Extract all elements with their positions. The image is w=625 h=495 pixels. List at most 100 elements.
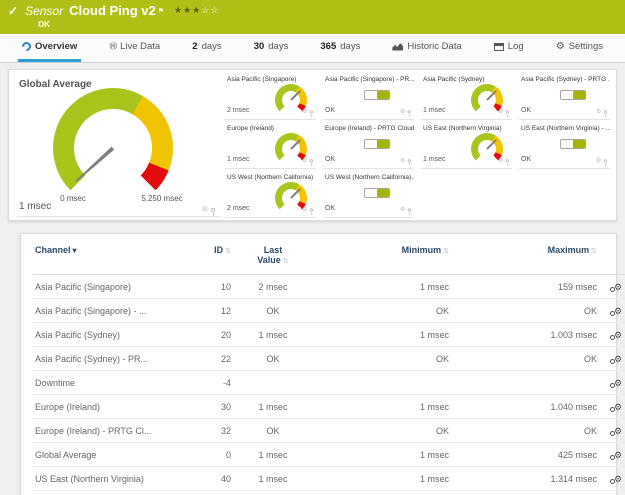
mini-panel-europe-ireland-prtg[interactable]: Europe (Ireland) - PRTG Cloud... OK ⚙ (323, 120, 414, 169)
pin-icon[interactable] (310, 208, 313, 211)
pin-icon[interactable] (506, 110, 509, 113)
table-row[interactable]: Europe (Ireland) - PRTG Cl... 32 OK OK O… (33, 419, 625, 443)
gear-icon[interactable]: ⚙ (498, 158, 503, 164)
column-header-channel[interactable]: Channel▾ (33, 236, 181, 275)
column-header-minimum[interactable]: Minimum⇅ (313, 236, 451, 275)
pin-icon[interactable] (408, 208, 411, 211)
pin-icon[interactable] (408, 159, 411, 162)
mini-panel-us-west-california[interactable]: US West (Northern California) 2 msec ⚙ (225, 169, 316, 218)
sort-icon: ⇅ (283, 258, 289, 265)
cell-maximum: OK (451, 419, 599, 443)
column-header-maximum[interactable]: Maximum⇅ (451, 236, 599, 275)
channel-settings-icon[interactable]: ⚙ (614, 427, 622, 436)
gear-icon[interactable]: ⚙ (302, 158, 307, 164)
tab-2-days[interactable]: 2 days (188, 34, 225, 62)
log-icon (494, 43, 504, 51)
column-label: Maximum (548, 245, 590, 255)
global-average-gauge-panel[interactable]: Global Average 0 msec 5.250 msec 1 msec … (9, 70, 223, 220)
gear-icon[interactable]: ⚙ (302, 109, 307, 115)
pin-icon[interactable] (310, 110, 313, 113)
gear-icon[interactable]: ⚙ (400, 109, 405, 115)
column-header-id[interactable]: ID⇅ (181, 236, 233, 275)
tab-log[interactable]: Log (490, 34, 528, 62)
mini-panel-us-east-virginia-prtg[interactable]: US East (Northern Virginia) - ... OK ⚙ (519, 120, 610, 169)
pin-icon[interactable] (604, 110, 607, 113)
pin-icon[interactable] (310, 159, 313, 162)
toggle-knob (377, 91, 389, 99)
tab-bar: Overview ((•)) Live Data 2 days 30 days … (0, 34, 625, 63)
gear-icon[interactable]: ⚙ (202, 206, 208, 213)
gear-icon[interactable]: ⚙ (400, 207, 405, 213)
mini-panel-europe-ireland[interactable]: Europe (Ireland) 1 msec ⚙ (225, 120, 316, 169)
table-row[interactable]: Global Average 0 1 msec 1 msec 425 msec … (33, 443, 625, 467)
cell-maximum (451, 371, 599, 395)
table-row[interactable]: Europe (Ireland) 30 1 msec 1 msec 1.040 … (33, 395, 625, 419)
tab-label: days (202, 41, 222, 52)
tab-number: 30 (254, 41, 265, 52)
gauge-needle (290, 188, 301, 199)
table-row[interactable]: Asia Pacific (Sydney) 20 1 msec 1 msec 1… (33, 323, 625, 347)
gear-icon[interactable]: ⚙ (400, 158, 405, 164)
table-row[interactable]: Asia Pacific (Sydney) - PR... 22 OK OK O… (33, 347, 625, 371)
channel-settings-icon[interactable]: ⚙ (614, 451, 622, 460)
mini-panel-us-east-virginia[interactable]: US East (Northern Virginia) 1 msec ⚙ (421, 120, 512, 169)
gauge-max-label: 5.250 msec (125, 194, 199, 203)
status-toggle (560, 90, 586, 100)
cell-id: -4 (181, 371, 233, 395)
pin-icon[interactable] (506, 159, 509, 162)
channel-settings-icon[interactable]: ⚙ (614, 283, 622, 292)
pin-icon[interactable] (211, 208, 215, 212)
cell-last-value: OK (233, 491, 313, 495)
sort-icon: ⇅ (443, 248, 449, 255)
gear-icon[interactable]: ⚙ (596, 109, 601, 115)
table-row[interactable]: US East (Northern Virgini... 42 OK OK OK… (33, 491, 625, 495)
cell-last-value: 1 msec (233, 323, 313, 347)
priority-stars[interactable]: ★★★☆☆ (174, 5, 219, 16)
tab-label: days (340, 41, 360, 52)
cell-channel: Asia Pacific (Sydney) - PR... (33, 347, 181, 371)
column-label: Minimum (402, 245, 442, 255)
pin-icon[interactable] (408, 110, 411, 113)
mini-panel-us-west-california-prtg[interactable]: US West (Northern California)... OK ⚙ (323, 169, 414, 218)
mini-value: OK (325, 205, 335, 212)
tab-live-data[interactable]: ((•)) Live Data (105, 34, 164, 62)
mini-panel-asia-pacific-sydney[interactable]: Asia Pacific (Sydney) 1 msec ⚙ (421, 71, 512, 120)
cell-last-value: 1 msec (233, 443, 313, 467)
cell-id: 40 (181, 467, 233, 491)
toggle-knob (377, 140, 389, 148)
cell-channel: Asia Pacific (Singapore) - ... (33, 299, 181, 323)
cell-channel: US East (Northern Virgini... (33, 491, 181, 495)
mini-panel-asia-pacific-sydney-prtg[interactable]: Asia Pacific (Sydney) - PRTG ... OK ⚙ (519, 71, 610, 120)
tab-historic-data[interactable]: Historic Data (388, 34, 465, 62)
table-row[interactable]: Asia Pacific (Singapore) 10 2 msec 1 mse… (33, 275, 625, 299)
gauge-min-label: 0 msec (45, 194, 101, 203)
channel-settings-icon[interactable]: ⚙ (614, 307, 622, 316)
status-check-icon: ✓ (8, 4, 18, 18)
gear-icon[interactable]: ⚙ (302, 207, 307, 213)
status-toggle (364, 188, 390, 198)
column-header-last-value[interactable]: Last Value⇅ (233, 236, 313, 275)
channel-settings-icon[interactable]: ⚙ (614, 475, 622, 484)
sort-icon: ⇅ (225, 248, 231, 255)
gauge-needle (486, 139, 497, 150)
table-row[interactable]: US East (Northern Virginia) 40 1 msec 1 … (33, 467, 625, 491)
sort-icon: ⇅ (591, 248, 597, 255)
gear-icon[interactable]: ⚙ (498, 109, 503, 115)
table-row[interactable]: Asia Pacific (Singapore) - ... 12 OK OK … (33, 299, 625, 323)
tab-settings[interactable]: ⚙ Settings (552, 34, 607, 62)
mini-panel-asia-pacific-singapore-prtg[interactable]: Asia Pacific (Singapore) - PR... OK ⚙ (323, 71, 414, 120)
cell-id: 12 (181, 299, 233, 323)
gauge-title: Global Average (19, 79, 92, 90)
channel-settings-icon[interactable]: ⚙ (614, 355, 622, 364)
channel-settings-icon[interactable]: ⚙ (614, 403, 622, 412)
table-row[interactable]: Downtime -4 ⚙ (33, 371, 625, 395)
mini-panel-asia-pacific-singapore[interactable]: Asia Pacific (Singapore) 2 msec ⚙ (225, 71, 316, 120)
tab-30-days[interactable]: 30 days (250, 34, 293, 62)
gear-icon[interactable]: ⚙ (596, 158, 601, 164)
tab-overview[interactable]: Overview (18, 34, 81, 62)
cell-id: 0 (181, 443, 233, 467)
channel-settings-icon[interactable]: ⚙ (614, 331, 622, 340)
tab-365-days[interactable]: 365 days (316, 34, 364, 62)
pin-icon[interactable] (604, 159, 607, 162)
channel-settings-icon[interactable]: ⚙ (614, 379, 622, 388)
